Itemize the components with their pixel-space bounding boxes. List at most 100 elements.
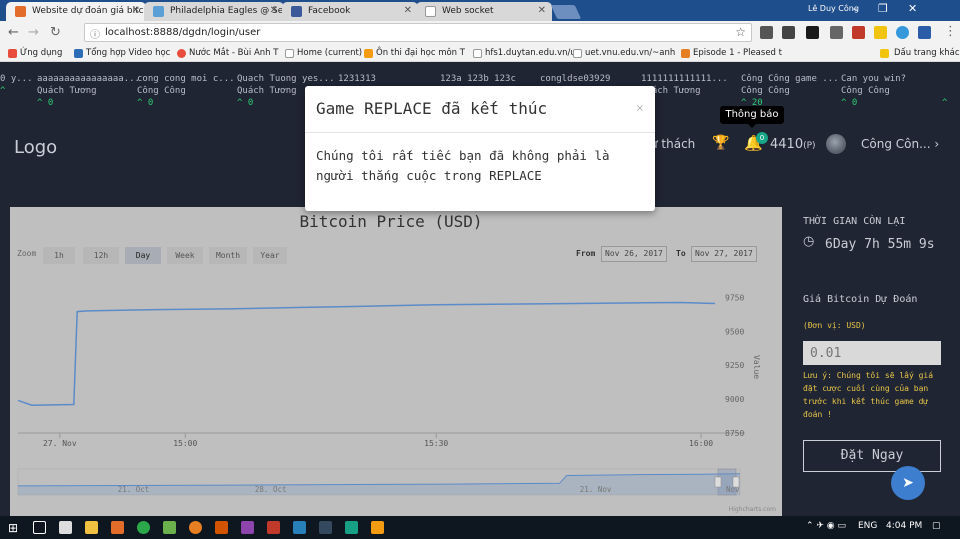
mail-icon[interactable]: [59, 521, 72, 534]
app-icon[interactable]: [371, 521, 384, 534]
ticker-item[interactable]: Can you win? Công Công ^ 0: [841, 73, 906, 109]
tab-websocket[interactable]: Web socket ✕: [416, 2, 552, 21]
ticker-item[interactable]: congldse03929: [540, 73, 610, 85]
close-icon[interactable]: ✕: [270, 5, 278, 16]
forward-icon[interactable]: →: [28, 25, 39, 40]
file-explorer-icon[interactable]: [85, 521, 98, 534]
screen: Website dự đoán giá bitc ✕ Philadelphia …: [0, 0, 960, 539]
url-text[interactable]: localhost:8888/dgdn/login/user: [105, 27, 260, 38]
app-icon[interactable]: [345, 521, 358, 534]
window-close-icon[interactable]: ✕: [908, 2, 917, 15]
bitcoin-chart-panel: Bitcoin Price (USD) Zoom 1h 12h Day Week…: [10, 207, 782, 517]
menu-icon[interactable]: ⋮: [944, 24, 957, 39]
windows-start-icon[interactable]: ⊞: [8, 521, 18, 535]
app-icon[interactable]: [111, 521, 124, 534]
price-series-line: [17, 301, 716, 406]
extension-icon[interactable]: [896, 26, 909, 39]
avatar[interactable]: [826, 134, 846, 154]
x-tick-label: 15:00: [173, 439, 197, 448]
tab-eagles[interactable]: Philadelphia Eagles @ Se ✕: [144, 2, 284, 21]
tab-facebook[interactable]: Facebook ✕: [282, 2, 418, 21]
ticker-count: ^: [0, 86, 6, 96]
ticker-user: Công Công: [841, 86, 890, 96]
trophy-icon[interactable]: 🏆: [712, 135, 729, 151]
app-icon[interactable]: [215, 521, 228, 534]
y-tick-label: 9500: [725, 327, 744, 336]
ticker-user: Công Công: [137, 86, 186, 96]
bookmark-item[interactable]: Nước Mắt - Bùi Anh T: [177, 48, 278, 58]
ticker-item[interactable]: ^: [942, 97, 947, 109]
extension-icon[interactable]: [782, 26, 795, 39]
bookmark-item[interactable]: uet.vnu.edu.vn/~anh: [573, 48, 675, 58]
app-icon[interactable]: [293, 521, 306, 534]
extension-icon[interactable]: [852, 26, 865, 39]
send-icon[interactable]: ➤: [891, 466, 925, 500]
bookmark-icon: [285, 49, 294, 58]
extension-icon[interactable]: [874, 26, 887, 39]
bookmark-item[interactable]: hfs1.duytan.edu.vn/u: [473, 48, 576, 58]
close-icon[interactable]: ✕: [132, 5, 140, 16]
ticker-item[interactable]: 1231313: [338, 73, 376, 85]
info-icon[interactable]: ⓘ: [90, 26, 100, 41]
x-tick-label: 27. Nov: [43, 439, 77, 448]
app-icon[interactable]: [163, 521, 176, 534]
app-icon[interactable]: [267, 521, 280, 534]
user-menu[interactable]: Công Côn... ›: [861, 137, 939, 151]
bookmark-star-icon[interactable]: ☆: [735, 25, 746, 39]
language-indicator[interactable]: ENG: [858, 521, 877, 531]
new-tab-button[interactable]: [550, 5, 582, 19]
site-logo[interactable]: Logo: [14, 137, 57, 158]
extension-icon[interactable]: [806, 26, 819, 39]
ticker-item[interactable]: Công Công game ... Công Công ^ 20: [741, 73, 839, 109]
url-bar[interactable]: ⓘ localhost:8888/dgdn/login/user ☆: [84, 23, 752, 42]
nav-challenge-link[interactable]: ử thách: [650, 137, 695, 151]
chrome-icon[interactable]: [137, 521, 150, 534]
bookmarks-bar: Ứng dụng Tổng hợp Video học Nước Mắt - B…: [0, 45, 960, 62]
bet-now-button[interactable]: Đặt Ngay: [803, 440, 941, 472]
app-icon[interactable]: [319, 521, 332, 534]
bookmark-item[interactable]: Tổng hợp Video học: [74, 48, 170, 58]
ticker-item[interactable]: aaaaaaaaaaaaaaaa... Quách Tương ^ 0: [37, 73, 140, 109]
prediction-panel: THỜI GIAN CÒN LẠI ◷ 6Day 7h 55m 9s Giá B…: [792, 207, 960, 517]
bookmark-label: Episode 1 - Pleased t: [693, 48, 782, 58]
task-view-icon[interactable]: [33, 521, 46, 534]
reload-icon[interactable]: ↻: [50, 25, 61, 40]
close-icon[interactable]: ✕: [404, 5, 412, 16]
bookmark-label: Dấu trang khác: [894, 48, 960, 58]
price-chart[interactable]: 8750 9000 9250 9500 9750 Value 27. Nov 15:00 15:…: [10, 207, 782, 517]
extension-icon[interactable]: [918, 26, 931, 39]
apps-icon: [8, 49, 17, 58]
ticker-title: 1231313: [338, 74, 376, 84]
chevron-down-icon: ›: [934, 137, 940, 151]
y-tick-label: 9750: [725, 293, 744, 302]
minimize-icon[interactable]: –: [852, 2, 858, 15]
prediction-input[interactable]: [803, 341, 941, 365]
browser-tab-bar: Website dự đoán giá bitc ✕ Philadelphia …: [0, 0, 960, 21]
ticker-item[interactable]: 123a 123b 123c: [440, 73, 516, 85]
ticker-title: cong cong moi c...: [137, 74, 235, 84]
x-tick-label: 16:00: [689, 439, 713, 448]
firefox-icon[interactable]: [189, 521, 202, 534]
notification-center-icon[interactable]: ▢: [932, 521, 941, 531]
maximize-icon[interactable]: ❐: [878, 2, 888, 15]
close-icon[interactable]: ✕: [538, 5, 546, 16]
bookmark-item[interactable]: Home (current): [285, 48, 362, 58]
extension-icon[interactable]: [830, 26, 843, 39]
y-tick-label: 9250: [725, 361, 744, 370]
ticker-title: 1111111111111...: [641, 74, 728, 84]
back-icon[interactable]: ←: [8, 25, 19, 40]
app-icon[interactable]: [241, 521, 254, 534]
tray-icons[interactable]: ⌃ ✈ ◉ ▭: [806, 521, 846, 531]
tab-website[interactable]: Website dự đoán giá bitc ✕: [6, 2, 146, 21]
clock-time[interactable]: 4:04 PM: [886, 521, 922, 531]
close-icon[interactable]: ×: [636, 103, 644, 114]
bookmark-item[interactable]: Episode 1 - Pleased t: [681, 48, 782, 58]
bookmark-icon: [364, 49, 373, 58]
bookmark-apps[interactable]: Ứng dụng: [8, 48, 62, 58]
bookmark-item[interactable]: Ôn thi đại học môn T: [364, 48, 465, 58]
ticker-item[interactable]: 0 y... ^: [0, 73, 33, 97]
ticker-title: Công Công game ...: [741, 74, 839, 84]
other-bookmarks[interactable]: Dấu trang khác: [880, 48, 960, 58]
ticker-item[interactable]: cong cong moi c... Công Công ^ 0: [137, 73, 235, 109]
extension-icon[interactable]: [760, 26, 773, 39]
